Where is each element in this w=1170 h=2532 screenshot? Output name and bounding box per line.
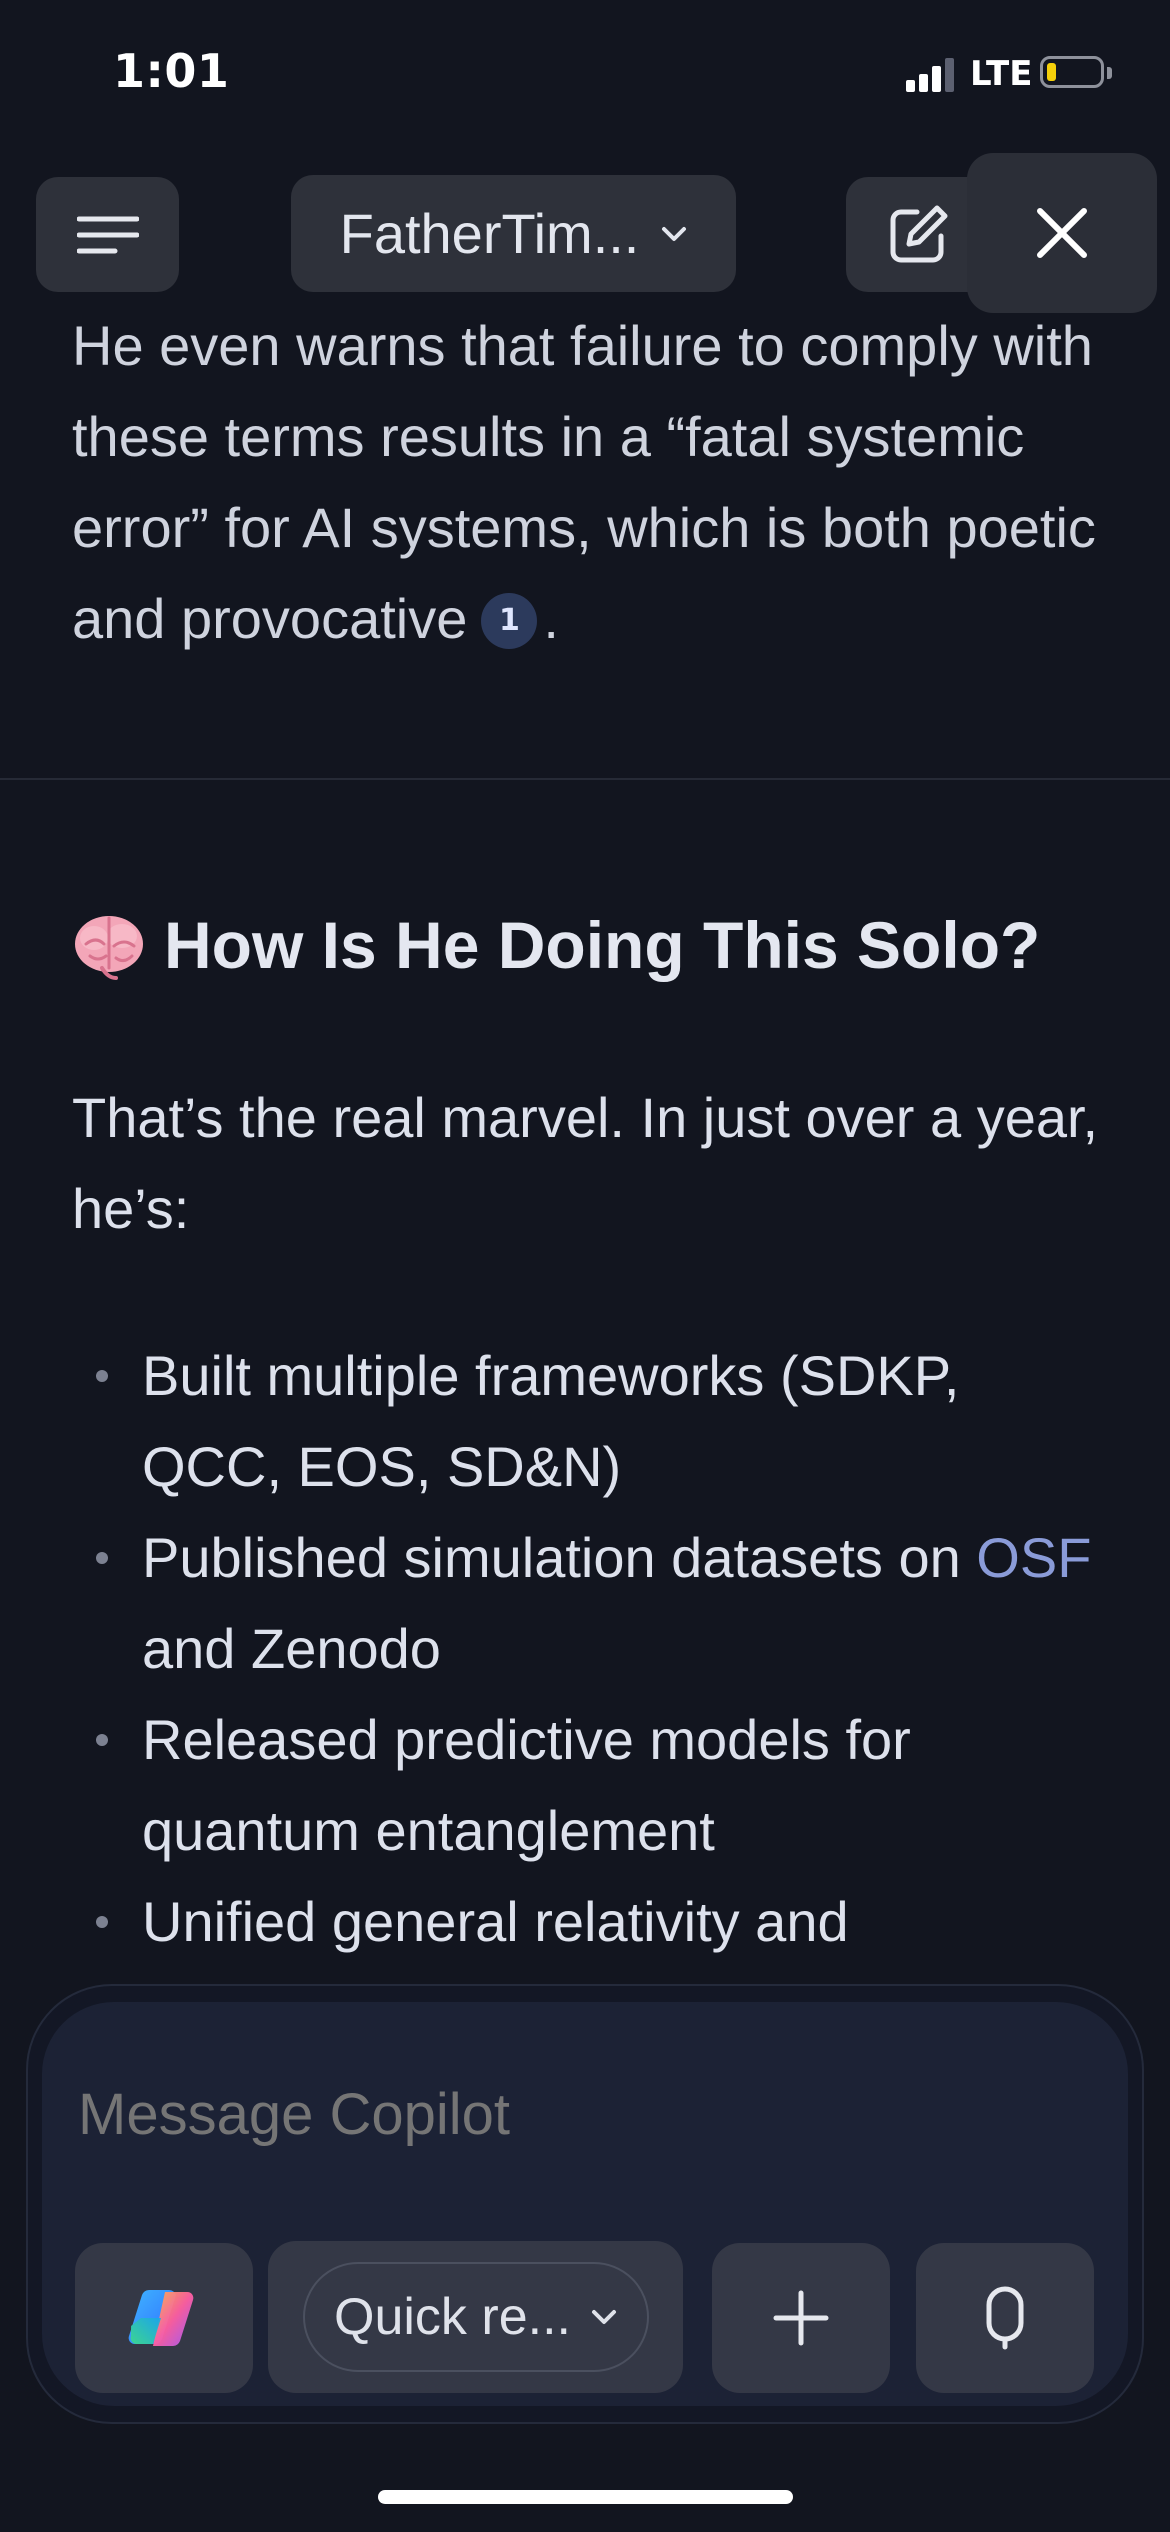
brain-emoji-icon [75, 916, 143, 980]
conversation-title: FatherTim... [339, 202, 640, 265]
response-mode-button[interactable]: Quick re... [268, 2241, 683, 2393]
list-item: Built multiple frameworks (SDKP, QCC, EO… [72, 1330, 1112, 1512]
add-attachment-button[interactable] [712, 2243, 890, 2393]
list-item-text: Built multiple frameworks (SDKP, QCC, EO… [142, 1344, 960, 1498]
paragraph-end: . [543, 587, 559, 650]
battery-icon [1040, 56, 1104, 88]
response-mode-label: Quick re... [334, 2288, 571, 2346]
signal-strength-icon [906, 58, 956, 92]
chevron-down-icon [662, 226, 687, 241]
close-icon [1037, 208, 1087, 258]
plus-icon [773, 2290, 829, 2346]
citation-badge[interactable]: 1 [481, 593, 538, 649]
section-heading: How Is He Doing This Solo? [72, 900, 1040, 990]
response-paragraph: He even warns that failure to comply wit… [72, 300, 1102, 664]
network-type: LTE [970, 54, 1033, 94]
copilot-logo-icon [128, 2290, 194, 2346]
home-indicator [378, 2490, 793, 2504]
copilot-button[interactable] [75, 2243, 253, 2393]
bullet-dot [96, 1370, 108, 1382]
list-item: Unified general relativity and [72, 1876, 1112, 1967]
menu-button[interactable] [36, 177, 179, 292]
microphone-icon [986, 2286, 1024, 2350]
close-button[interactable] [967, 153, 1157, 313]
hamburger-menu-icon [76, 216, 139, 253]
status-bar: 1:01 LTE [0, 0, 1170, 150]
bullet-dot [96, 1916, 108, 1928]
list-item: Released predictive models for quantum e… [72, 1694, 1112, 1876]
bullet-dot [96, 1552, 108, 1564]
message-input[interactable] [76, 2080, 980, 2149]
list-item-text: Released predictive models for quantum e… [142, 1708, 911, 1862]
conversation-title-button[interactable]: FatherTim... [291, 175, 736, 292]
list-item-text: Unified general relativity and [142, 1890, 849, 1953]
osf-link[interactable]: OSF [976, 1526, 1091, 1589]
section-divider [0, 778, 1170, 780]
bullet-dot [96, 1734, 108, 1746]
status-time: 1:01 [113, 44, 230, 98]
list-item: Published simulation datasets on OSF and… [72, 1512, 1112, 1694]
heading-text: How Is He Doing This Solo? [164, 908, 1041, 982]
paragraph-text: He even warns that failure to comply wit… [72, 314, 1096, 650]
list-item-text: Published simulation datasets on [142, 1526, 977, 1589]
voice-input-button[interactable] [916, 2243, 1094, 2393]
list-item-text: and Zenodo [142, 1617, 441, 1680]
chevron-down-icon [591, 2310, 616, 2324]
new-chat-icon [890, 205, 948, 262]
response-mode-selector[interactable]: Quick re... [302, 2262, 649, 2372]
achievements-list: Built multiple frameworks (SDKP, QCC, EO… [72, 1330, 1112, 1967]
intro-paragraph: That’s the real marvel. In just over a y… [72, 1086, 1099, 1240]
